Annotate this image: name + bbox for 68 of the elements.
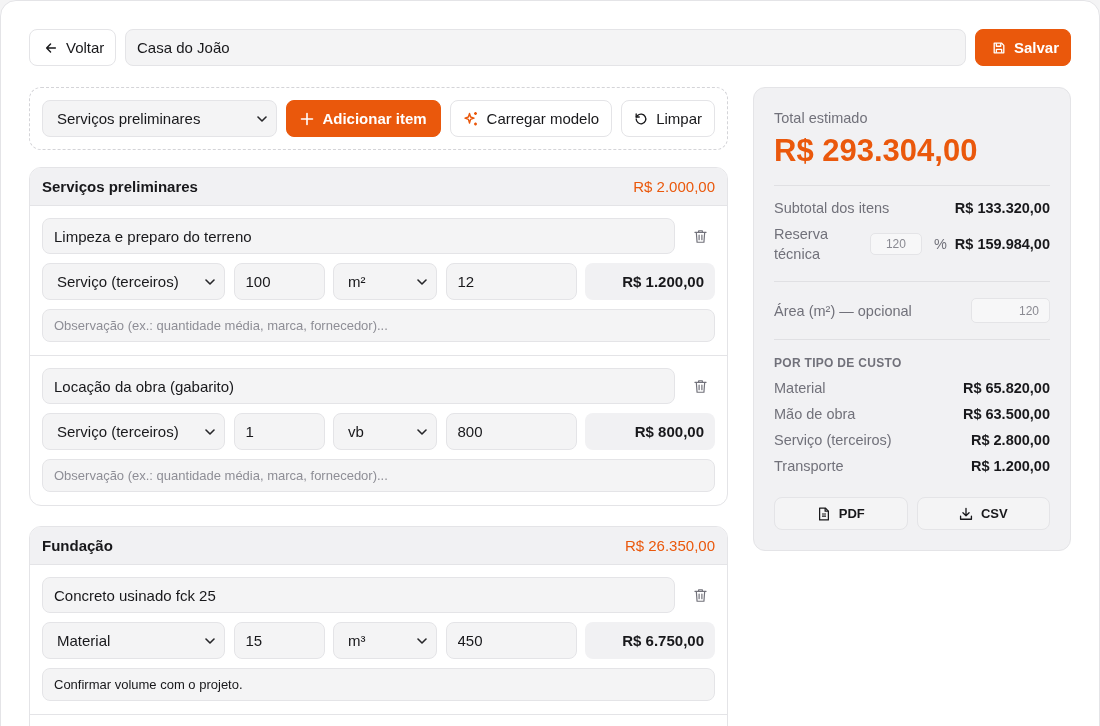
unit-price-field[interactable]: 800 xyxy=(445,413,577,450)
item-name-field[interactable]: Locação da obra (gabarito) xyxy=(42,368,675,404)
cost-type-value: R$ 63.500,00 xyxy=(962,406,1050,422)
section-title: Fundação xyxy=(42,537,113,554)
line-total: R$ 1.200,00 xyxy=(585,263,715,300)
load-template-button[interactable]: Carregar modelo xyxy=(449,100,613,137)
stage-select[interactable]: Serviços preliminares xyxy=(42,100,278,137)
save-button[interactable]: Salvar xyxy=(975,29,1071,66)
subtotal-value: R$ 133.320,00 xyxy=(954,200,1050,216)
arrow-left-icon xyxy=(44,40,58,55)
sparkle-icon xyxy=(462,110,479,127)
line-total: R$ 800,00 xyxy=(585,413,715,450)
total-value: R$ 293.304,00 xyxy=(774,132,979,170)
quantity-field[interactable]: 1 xyxy=(233,413,325,450)
note-field[interactable]: Confirmar volume com o projeto. xyxy=(42,668,715,701)
cost-type-label: Serviço (terceiros) xyxy=(774,432,892,448)
cost-type-label: Transporte xyxy=(774,458,844,474)
chevron-down-icon xyxy=(205,278,215,285)
trash-icon xyxy=(693,378,707,394)
back-button[interactable]: Voltar xyxy=(29,29,116,66)
unit-price-field[interactable]: 12 xyxy=(445,263,577,300)
trash-icon xyxy=(693,587,707,603)
export-csv-button[interactable]: CSV xyxy=(916,497,1050,530)
download-icon xyxy=(958,506,973,521)
section-total: R$ 2.000,00 xyxy=(633,178,715,195)
cost-type-select[interactable]: Serviço (terceiros) xyxy=(42,413,225,450)
add-item-button[interactable]: Adicionar item xyxy=(286,100,441,137)
unit-price-field[interactable]: 450 xyxy=(445,622,577,659)
cost-type-select[interactable]: Material xyxy=(42,622,225,659)
item-name-field[interactable]: Limpeza e preparo do terreno xyxy=(42,218,675,254)
subtotal-label: Subtotal dos itens xyxy=(774,200,890,216)
unit-select[interactable]: vb xyxy=(333,413,437,450)
trash-icon xyxy=(693,228,707,244)
quantity-field[interactable]: 15 xyxy=(233,622,325,659)
total-label: Total estimado xyxy=(774,109,869,128)
area-label: Área (m²) — opcional xyxy=(774,302,912,319)
unit-select[interactable]: m³ xyxy=(333,622,437,659)
percent-sign: % xyxy=(933,236,947,252)
item-name-field[interactable]: Concreto usinado fck 25 xyxy=(42,577,675,613)
cost-type-label: Mão de obra xyxy=(774,406,856,422)
rotate-ccw-icon xyxy=(634,111,649,126)
chevron-down-icon xyxy=(417,637,427,644)
note-field[interactable]: Observação (ex.: quantidade média, marca, fornecedor)... xyxy=(42,309,715,342)
cost-type-select[interactable]: Serviço (terceiros) xyxy=(42,263,225,300)
export-pdf-button[interactable]: PDF xyxy=(774,497,908,530)
section-title: Serviços preliminares xyxy=(42,178,198,195)
chevron-down-icon xyxy=(417,428,427,435)
save-icon xyxy=(992,40,1006,55)
cost-type-label: Material xyxy=(774,380,826,396)
cost-type-value: R$ 1.200,00 xyxy=(971,458,1050,474)
line-total: R$ 6.750,00 xyxy=(585,622,715,659)
chevron-down-icon xyxy=(417,278,427,285)
reserve-value: R$ 159.984,00 xyxy=(954,236,1050,252)
project-name-field[interactable]: Casa do João xyxy=(125,29,966,66)
section-total: R$ 26.350,00 xyxy=(624,537,715,554)
breakdown-title: POR TIPO DE CUSTO xyxy=(774,356,903,370)
plus-icon xyxy=(300,111,315,126)
note-field[interactable]: Observação (ex.: quantidade média, marca, fornecedor)... xyxy=(42,459,715,492)
chevron-down-icon xyxy=(257,115,268,122)
chevron-down-icon xyxy=(205,637,215,644)
document-icon xyxy=(816,506,831,521)
cost-type-value: R$ 2.800,00 xyxy=(971,432,1050,448)
unit-select[interactable]: m² xyxy=(333,263,437,300)
clear-button[interactable]: Limpar xyxy=(621,100,715,137)
chevron-down-icon xyxy=(205,428,215,435)
quantity-field[interactable]: 100 xyxy=(233,263,325,300)
reserve-label: Reserva técnica xyxy=(774,225,829,264)
cost-type-value: R$ 65.820,00 xyxy=(962,380,1050,396)
